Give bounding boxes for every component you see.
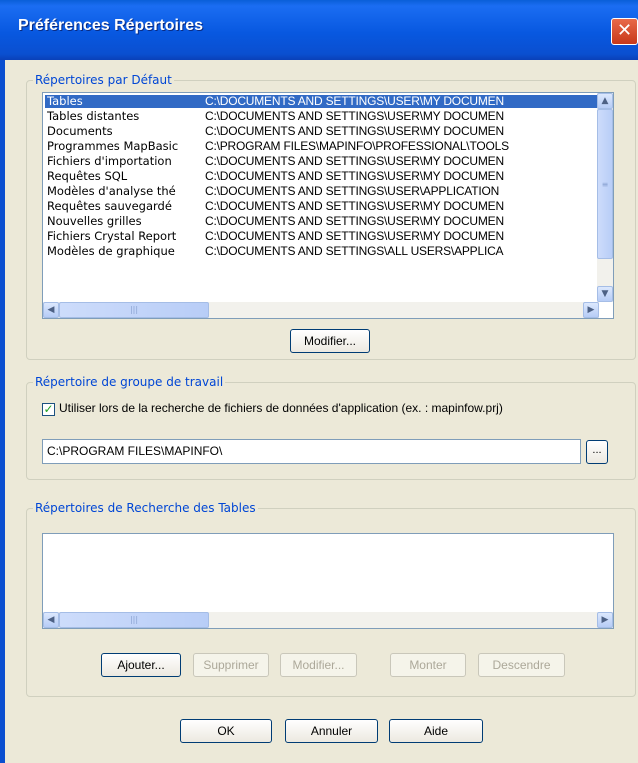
dir-name: Documents xyxy=(47,125,113,138)
dir-name: Modèles de graphique xyxy=(47,245,175,258)
move-down-button[interactable]: Descendre xyxy=(478,653,565,677)
dir-row[interactable]: Fichiers Crystal Report C:\DOCUMENTS AND … xyxy=(45,230,597,243)
dir-row[interactable]: Tables distantes C:\DOCUMENTS AND SETTING… xyxy=(45,110,597,123)
dir-row[interactable]: Requêtes sauvegardé C:\DOCUMENTS AND SETT… xyxy=(45,200,597,213)
modify-search-dir-button[interactable]: Modifier... xyxy=(280,653,357,677)
dir-path: C:\DOCUMENTS AND SETTINGS\USER\APPLICATI… xyxy=(205,185,500,198)
use-workgroup-label: Utiliser lors de la recherche de fichier… xyxy=(59,401,503,415)
dir-name: Fichiers Crystal Report xyxy=(47,230,177,243)
dir-path: C:\DOCUMENTS AND SETTINGS\ALL USERS\APPL… xyxy=(205,245,504,258)
workgroup-legend: Répertoire de groupe de travail xyxy=(35,375,224,389)
dir-row[interactable]: Documents C:\DOCUMENTS AND SETTINGS\USER\… xyxy=(45,125,597,138)
dir-path: C:\PROGRAM FILES\MAPINFO\PROFESSIONAL\TO… xyxy=(205,140,509,153)
dir-row[interactable]: Nouvelles grilles C:\DOCUMENTS AND SETTIN… xyxy=(45,215,597,228)
workgroup-path-field[interactable]: C:\PROGRAM FILES\MAPINFO\ xyxy=(42,439,581,464)
dir-name: Modèles d'analyse thé xyxy=(47,185,176,198)
dir-name: Nouvelles grilles xyxy=(47,215,142,228)
dir-path: C:\DOCUMENTS AND SETTINGS\USER\MY DOCUME… xyxy=(205,200,504,213)
move-up-button[interactable]: Monter xyxy=(390,653,466,677)
search-dirs-legend: Répertoires de Recherche des Tables xyxy=(35,501,256,515)
dir-path: C:\DOCUMENTS AND SETTINGS\USER\MY DOCUME… xyxy=(205,95,504,108)
browse-button[interactable]: ... xyxy=(586,440,608,464)
scroll-right-icon[interactable]: ▶ xyxy=(583,302,599,318)
scroll-down-icon[interactable]: ▼ xyxy=(597,286,613,302)
search-dirs-list[interactable]: ◀ ||| ▶ xyxy=(42,533,614,629)
close-icon[interactable]: ✕ xyxy=(611,18,638,45)
dir-row[interactable]: Programmes MapBasic C:\PROGRAM FILES\MAPI… xyxy=(45,140,597,153)
title-bar: Préférences Répertoires ✕ xyxy=(0,0,638,60)
hscroll-thumb[interactable]: ||| xyxy=(59,612,209,628)
dir-name: Requêtes SQL xyxy=(47,170,128,183)
dir-path: C:\DOCUMENTS AND SETTINGS\USER\MY DOCUME… xyxy=(205,155,504,168)
workgroup-group: Répertoire de groupe de travail xyxy=(26,375,636,480)
dir-name: Requêtes sauvegardé xyxy=(47,200,172,213)
remove-dir-button[interactable]: Supprimer xyxy=(193,653,269,677)
window-frame-left xyxy=(0,60,5,763)
dir-path: C:\DOCUMENTS AND SETTINGS\USER\MY DOCUME… xyxy=(205,170,504,183)
scroll-left-icon[interactable]: ◀ xyxy=(43,612,59,628)
dir-path: C:\DOCUMENTS AND SETTINGS\USER\MY DOCUME… xyxy=(205,110,504,123)
dir-row[interactable]: Modèles de graphique C:\DOCUMENTS AND SET… xyxy=(45,245,597,258)
scroll-left-icon[interactable]: ◀ xyxy=(43,302,59,318)
dir-name: Programmes MapBasic xyxy=(47,140,179,153)
dir-path: C:\DOCUMENTS AND SETTINGS\USER\MY DOCUME… xyxy=(205,125,504,138)
search-dirs-hscrollbar[interactable]: ◀ ||| ▶ xyxy=(43,612,613,628)
dir-path: C:\DOCUMENTS AND SETTINGS\USER\MY DOCUME… xyxy=(205,230,504,243)
window-title: Préférences Répertoires xyxy=(18,17,203,34)
dir-name: Fichiers d'importation xyxy=(47,155,172,168)
dir-row[interactable]: Requêtes SQL C:\DOCUMENTS AND SETTINGS\US… xyxy=(45,170,597,183)
default-dirs-hscrollbar[interactable]: ◀ ||| ▶ xyxy=(43,302,599,318)
modify-dir-button[interactable]: Modifier... xyxy=(290,329,370,353)
use-workgroup-checkbox[interactable]: ✓ xyxy=(42,403,55,416)
dir-row[interactable]: Fichiers d'importation C:\DOCUMENTS AND S… xyxy=(45,155,597,168)
dir-name: Tables xyxy=(47,95,83,108)
help-button[interactable]: Aide xyxy=(389,719,483,743)
default-dirs-vscrollbar[interactable]: ▲ ≡ ▼ xyxy=(597,93,613,302)
dir-path: C:\DOCUMENTS AND SETTINGS\USER\MY DOCUME… xyxy=(205,215,504,228)
scroll-thumb[interactable]: ≡ xyxy=(597,109,613,259)
dir-row[interactable]: Tables C:\DOCUMENTS AND SETTINGS\USER\MY … xyxy=(45,95,597,108)
dir-row[interactable]: Modèles d'analyse thé C:\DOCUMENTS AND SE… xyxy=(45,185,597,198)
cancel-button[interactable]: Annuler xyxy=(285,719,378,743)
dir-name: Tables distantes xyxy=(47,110,140,123)
hscroll-thumb[interactable]: ||| xyxy=(59,302,209,318)
scroll-right-icon[interactable]: ▶ xyxy=(597,612,613,628)
scroll-up-icon[interactable]: ▲ xyxy=(597,93,613,109)
ok-button[interactable]: OK xyxy=(180,719,272,743)
default-dirs-list[interactable]: Modèles de graphique C:\DOCUMENTS AND SET… xyxy=(42,92,614,319)
default-dirs-legend: Répertoires par Défaut xyxy=(35,73,172,87)
add-dir-button[interactable]: Ajouter... xyxy=(101,653,181,677)
